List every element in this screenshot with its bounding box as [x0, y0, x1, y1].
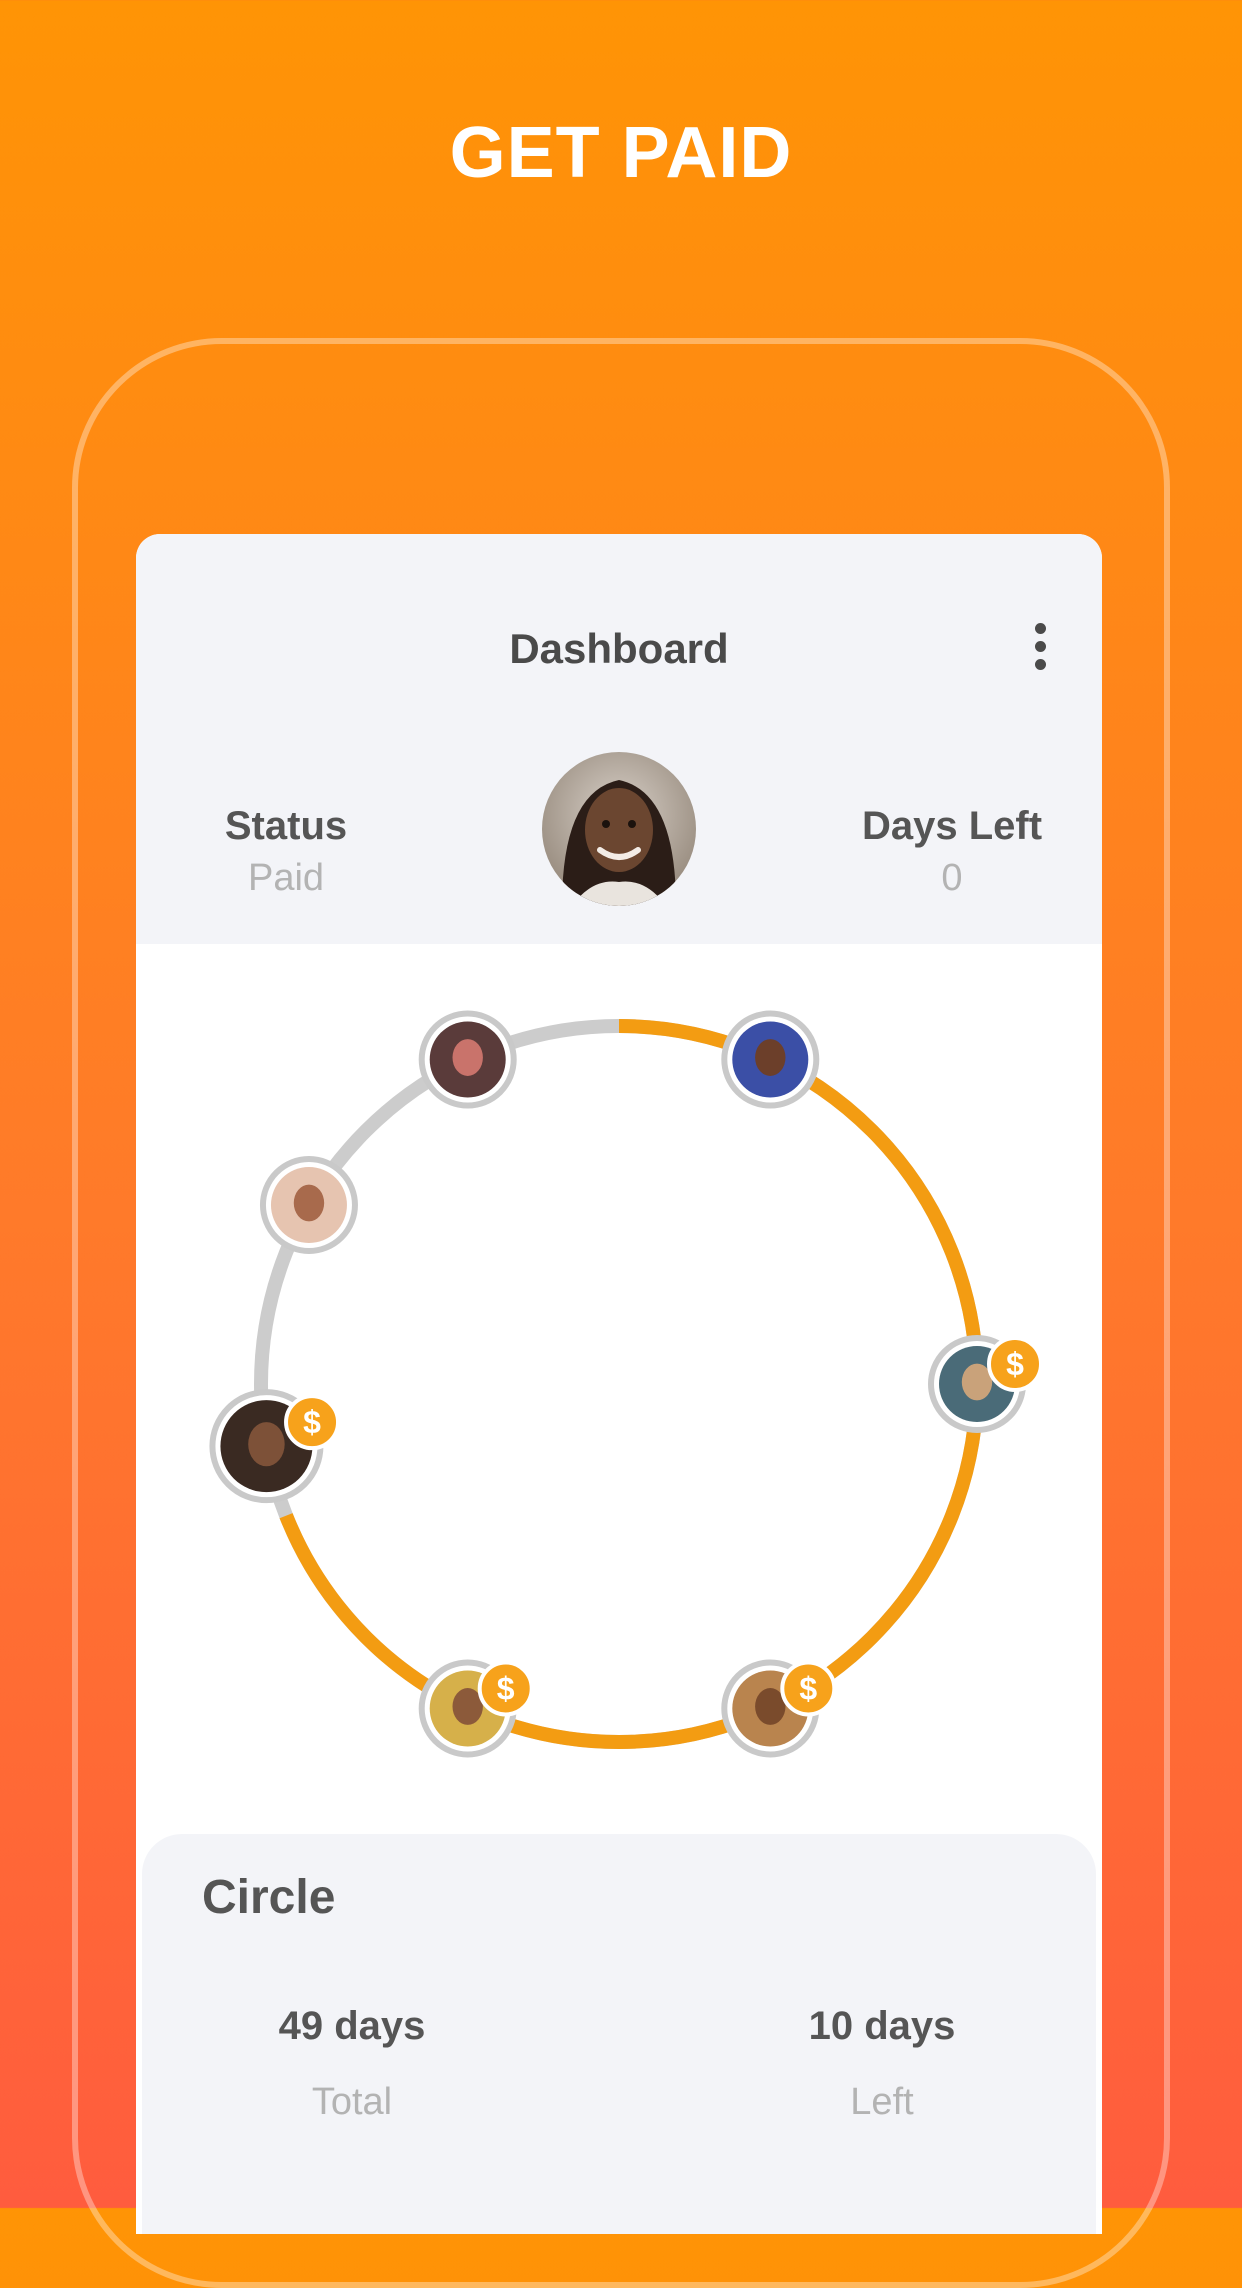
headline: GET PAID [449, 113, 793, 193]
payout-circle: $ $ $ $ [136, 944, 1102, 1804]
avatar-face [452, 1039, 483, 1076]
dollar-sign-icon: $ [497, 1670, 515, 1706]
payout-circle-graphic: $ $ $ $ [209, 1010, 1043, 1758]
circle-summary-card: Circle 49 days Total 10 days Left [142, 1834, 1096, 2234]
more-menu-button[interactable] [1020, 616, 1060, 676]
member-avatar[interactable] [418, 1010, 517, 1109]
page-title: Dashboard [509, 625, 729, 672]
days-left-stat: Days Left 0 [802, 802, 1102, 902]
left-metric: 10 days Left [732, 2002, 1032, 2126]
left-label: Left [850, 2081, 914, 2123]
days-left-label: Days Left [861, 804, 1043, 848]
dashboard-header: Dashboard Status Paid Days Left 0 [136, 534, 1102, 944]
avatar-face [755, 1039, 786, 1076]
left-value: 10 days [808, 2004, 956, 2048]
dollar-sign-icon: $ [303, 1404, 321, 1440]
avatar-face [248, 1422, 285, 1467]
status-label: Status [224, 804, 348, 848]
total-label: Total [311, 2081, 393, 2123]
card-title: Circle [202, 1871, 336, 1924]
avatar-image [542, 752, 696, 906]
total-metric: 49 days Total [202, 2002, 502, 2126]
more-vertical-icon-dot [1034, 658, 1046, 670]
more-vertical-icon-dot [1034, 640, 1046, 652]
profile-avatar[interactable] [542, 752, 696, 906]
status-stat: Status Paid [136, 802, 436, 902]
dollar-sign-icon: $ [799, 1670, 817, 1706]
total-value: 49 days [278, 2004, 426, 2048]
avatar-face [293, 1184, 325, 1222]
member-avatar[interactable] [259, 1156, 358, 1254]
status-value: Paid [247, 857, 325, 899]
member-avatar[interactable]: $ [928, 1335, 1043, 1433]
member-avatar[interactable] [721, 1010, 820, 1109]
dollar-sign-icon: $ [1006, 1346, 1024, 1382]
more-vertical-icon [1034, 622, 1046, 634]
member-avatar[interactable]: $ [721, 1659, 837, 1758]
days-left-value: 0 [941, 857, 963, 899]
member-avatar[interactable]: $ [418, 1659, 534, 1758]
member-avatar[interactable]: $ [209, 1389, 341, 1504]
app-screen: Dashboard Status Paid Days Left 0 $ $ $ … [136, 534, 1102, 2234]
